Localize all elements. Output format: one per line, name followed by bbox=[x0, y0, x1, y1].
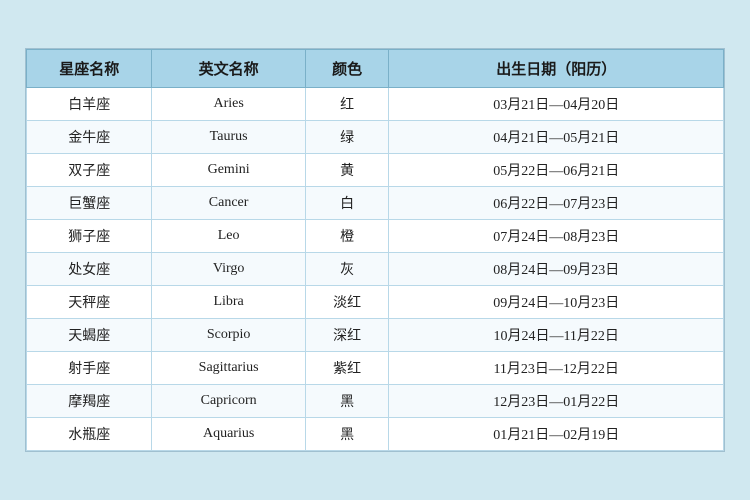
cell-color: 黑 bbox=[305, 385, 389, 418]
cell-color: 紫红 bbox=[305, 352, 389, 385]
cell-color: 绿 bbox=[305, 121, 389, 154]
cell-en: Sagittarius bbox=[152, 352, 305, 385]
table-row: 摩羯座Capricorn黑12月23日—01月22日 bbox=[27, 385, 724, 418]
cell-zh: 射手座 bbox=[27, 352, 152, 385]
table-header-row: 星座名称 英文名称 颜色 出生日期（阳历） bbox=[27, 50, 724, 88]
cell-zh: 摩羯座 bbox=[27, 385, 152, 418]
cell-date: 05月22日—06月21日 bbox=[389, 154, 724, 187]
cell-color: 灰 bbox=[305, 253, 389, 286]
table-row: 水瓶座Aquarius黑01月21日—02月19日 bbox=[27, 418, 724, 451]
cell-en: Aries bbox=[152, 88, 305, 121]
cell-en: Capricorn bbox=[152, 385, 305, 418]
cell-en: Aquarius bbox=[152, 418, 305, 451]
cell-color: 深红 bbox=[305, 319, 389, 352]
cell-zh: 狮子座 bbox=[27, 220, 152, 253]
cell-date: 10月24日—11月22日 bbox=[389, 319, 724, 352]
cell-date: 11月23日—12月22日 bbox=[389, 352, 724, 385]
table-row: 天蝎座Scorpio深红10月24日—11月22日 bbox=[27, 319, 724, 352]
cell-color: 淡红 bbox=[305, 286, 389, 319]
header-color: 颜色 bbox=[305, 50, 389, 88]
cell-en: Scorpio bbox=[152, 319, 305, 352]
cell-zh: 白羊座 bbox=[27, 88, 152, 121]
cell-en: Virgo bbox=[152, 253, 305, 286]
cell-zh: 天秤座 bbox=[27, 286, 152, 319]
cell-date: 09月24日—10月23日 bbox=[389, 286, 724, 319]
table-row: 射手座Sagittarius紫红11月23日—12月22日 bbox=[27, 352, 724, 385]
table-row: 金牛座Taurus绿04月21日—05月21日 bbox=[27, 121, 724, 154]
table-row: 处女座Virgo灰08月24日—09月23日 bbox=[27, 253, 724, 286]
table-body: 白羊座Aries红03月21日—04月20日金牛座Taurus绿04月21日—0… bbox=[27, 88, 724, 451]
table-row: 天秤座Libra淡红09月24日—10月23日 bbox=[27, 286, 724, 319]
cell-zh: 天蝎座 bbox=[27, 319, 152, 352]
cell-date: 07月24日—08月23日 bbox=[389, 220, 724, 253]
cell-date: 12月23日—01月22日 bbox=[389, 385, 724, 418]
cell-en: Taurus bbox=[152, 121, 305, 154]
header-zh: 星座名称 bbox=[27, 50, 152, 88]
table-row: 巨蟹座Cancer白06月22日—07月23日 bbox=[27, 187, 724, 220]
cell-date: 08月24日—09月23日 bbox=[389, 253, 724, 286]
cell-date: 04月21日—05月21日 bbox=[389, 121, 724, 154]
cell-zh: 巨蟹座 bbox=[27, 187, 152, 220]
cell-color: 红 bbox=[305, 88, 389, 121]
cell-en: Cancer bbox=[152, 187, 305, 220]
cell-color: 白 bbox=[305, 187, 389, 220]
cell-color: 橙 bbox=[305, 220, 389, 253]
cell-zh: 双子座 bbox=[27, 154, 152, 187]
cell-en: Leo bbox=[152, 220, 305, 253]
header-en: 英文名称 bbox=[152, 50, 305, 88]
cell-zh: 金牛座 bbox=[27, 121, 152, 154]
cell-date: 01月21日—02月19日 bbox=[389, 418, 724, 451]
cell-date: 06月22日—07月23日 bbox=[389, 187, 724, 220]
zodiac-table-container: 星座名称 英文名称 颜色 出生日期（阳历） 白羊座Aries红03月21日—04… bbox=[25, 48, 725, 452]
zodiac-table: 星座名称 英文名称 颜色 出生日期（阳历） 白羊座Aries红03月21日—04… bbox=[26, 49, 724, 451]
cell-zh: 处女座 bbox=[27, 253, 152, 286]
cell-en: Gemini bbox=[152, 154, 305, 187]
cell-zh: 水瓶座 bbox=[27, 418, 152, 451]
cell-en: Libra bbox=[152, 286, 305, 319]
table-row: 双子座Gemini黄05月22日—06月21日 bbox=[27, 154, 724, 187]
table-row: 白羊座Aries红03月21日—04月20日 bbox=[27, 88, 724, 121]
table-row: 狮子座Leo橙07月24日—08月23日 bbox=[27, 220, 724, 253]
cell-color: 黄 bbox=[305, 154, 389, 187]
header-date: 出生日期（阳历） bbox=[389, 50, 724, 88]
cell-date: 03月21日—04月20日 bbox=[389, 88, 724, 121]
cell-color: 黑 bbox=[305, 418, 389, 451]
